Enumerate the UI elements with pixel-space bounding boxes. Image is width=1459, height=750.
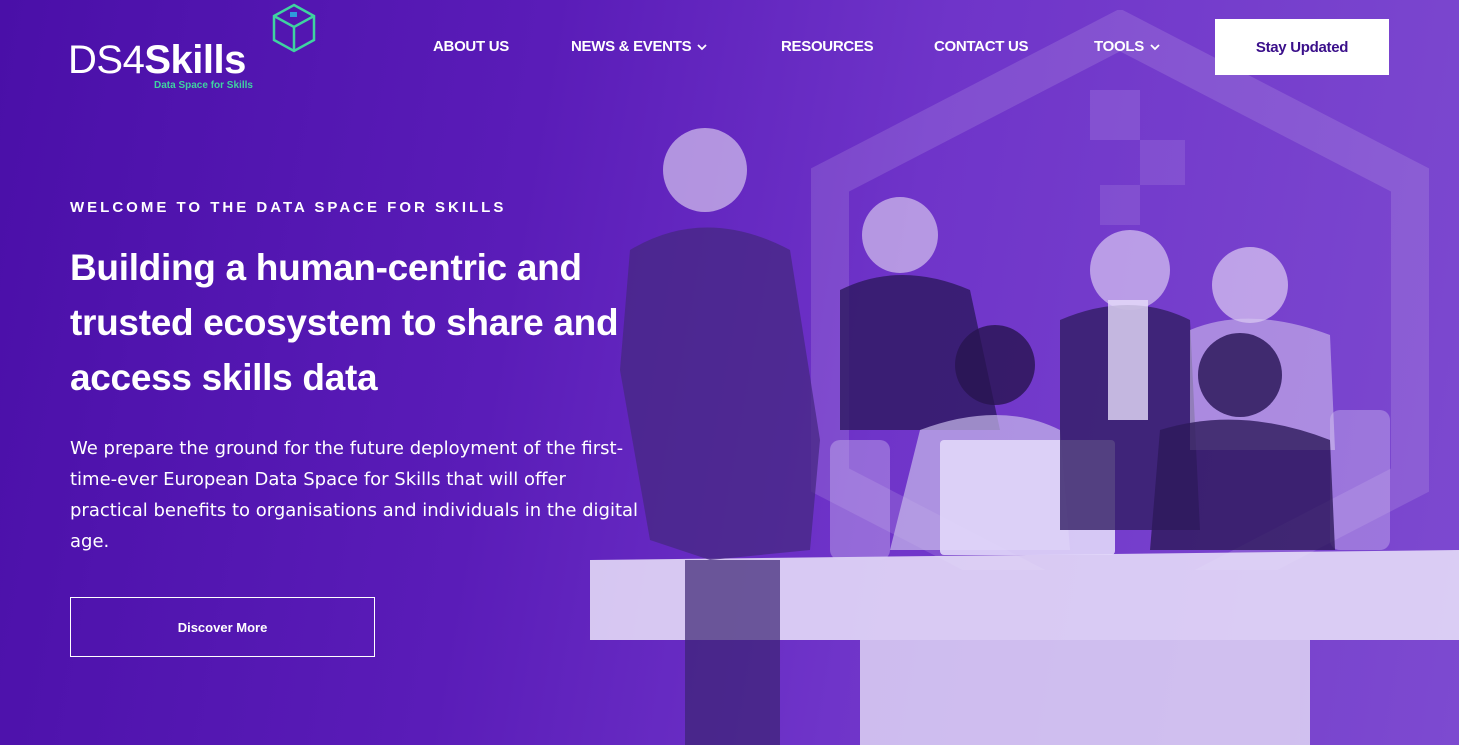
logo-ds-text: DS4 bbox=[68, 38, 145, 82]
nav-item-news-events[interactable]: NEWS & EVENTS bbox=[571, 38, 707, 55]
nav-item-label: ABOUT US bbox=[433, 38, 509, 55]
discover-more-button[interactable]: Discover More bbox=[70, 597, 375, 657]
nav-item-about-us[interactable]: ABOUT US bbox=[433, 38, 509, 55]
hero-eyebrow: WELCOME TO THE DATA SPACE FOR SKILLS bbox=[70, 199, 507, 216]
description-line: time-ever European Data Space for Skills… bbox=[70, 469, 566, 490]
hero-headline: Building a human-centric and trusted eco… bbox=[70, 240, 710, 405]
description-line: We prepare the ground for the future dep… bbox=[70, 438, 624, 459]
headline-line: trusted ecosystem to share and bbox=[70, 302, 619, 343]
logo-skills-text: Skills bbox=[144, 38, 246, 82]
logo-tagline: Data Space for Skills bbox=[154, 80, 253, 91]
nav-item-label: NEWS & EVENTS bbox=[571, 38, 692, 55]
hero-section: DS4Skills Data Space for Skills ABOUT US… bbox=[0, 0, 1459, 745]
cube-icon bbox=[272, 3, 316, 53]
description-line: practical benefits to organisations and … bbox=[70, 500, 639, 521]
chevron-down-icon bbox=[1150, 43, 1160, 50]
headline-line: access skills data bbox=[70, 357, 378, 398]
page-bottom-strip bbox=[0, 745, 1459, 750]
description-line: age. bbox=[70, 531, 110, 552]
team-photo-image bbox=[590, 128, 1459, 745]
nav-item-label: CONTACT US bbox=[934, 38, 1029, 55]
brand-logo[interactable]: DS4Skills Data Space for Skills bbox=[68, 2, 328, 97]
nav-item-contact-us[interactable]: CONTACT US bbox=[934, 38, 1029, 55]
chevron-down-icon bbox=[697, 43, 707, 50]
nav-item-tools[interactable]: TOOLS bbox=[1094, 38, 1160, 55]
nav-item-label: RESOURCES bbox=[781, 38, 874, 55]
headline-line: Building a human-centric and bbox=[70, 247, 582, 288]
nav-item-resources[interactable]: RESOURCES bbox=[781, 38, 874, 55]
stay-updated-button[interactable]: Stay Updated bbox=[1215, 19, 1389, 75]
nav-item-label: TOOLS bbox=[1094, 38, 1144, 55]
hero-description: We prepare the ground for the future dep… bbox=[70, 433, 750, 557]
logo-wordmark: DS4Skills bbox=[68, 38, 246, 83]
